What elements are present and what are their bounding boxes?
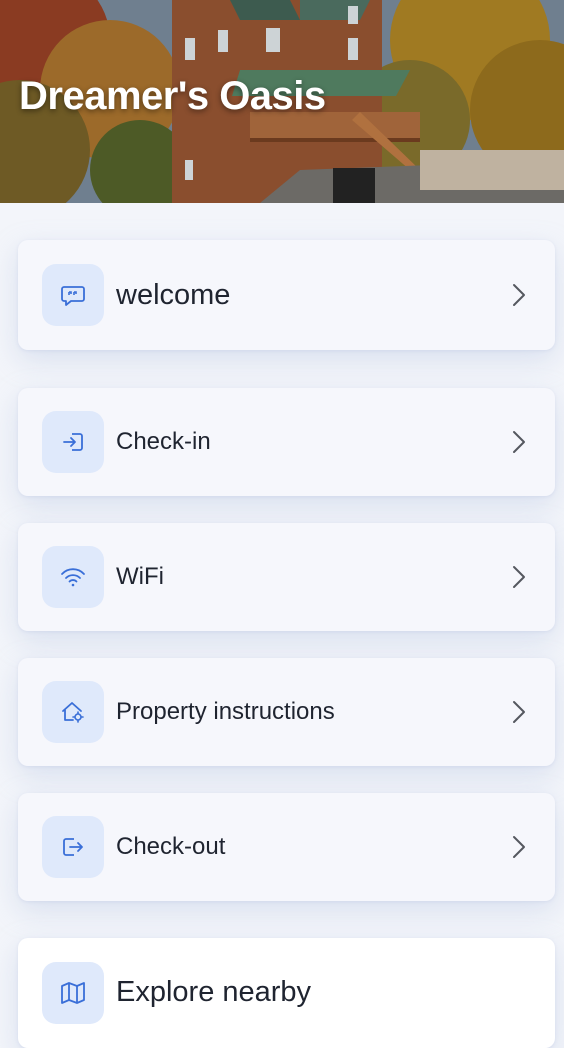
menu-item-property-instructions[interactable]: Property instructions <box>18 658 555 766</box>
wifi-icon <box>42 546 104 608</box>
menu-item-label: welcome <box>116 278 231 311</box>
menu-item-check-out[interactable]: Check-out <box>18 793 555 901</box>
menu-item-label: Check-in <box>116 428 211 455</box>
menu-item-welcome[interactable]: welcome <box>18 240 555 350</box>
menu-item-check-in[interactable]: Check-in <box>18 388 555 496</box>
page-title: Dreamer's Oasis <box>19 74 326 118</box>
chevron-right-icon <box>513 431 525 453</box>
house-gear-icon <box>42 681 104 743</box>
menu-item-label: Explore nearby <box>116 976 312 1008</box>
chevron-right-icon <box>513 566 525 588</box>
menu-item-explore-nearby[interactable]: Explore nearby <box>18 938 555 1048</box>
hero-banner: Dreamer's Oasis <box>0 0 564 203</box>
quote-message-icon <box>42 264 104 326</box>
menu-item-label: WiFi <box>116 563 164 590</box>
chevron-right-icon <box>513 284 525 306</box>
menu-item-label: Property instructions <box>116 698 335 725</box>
menu-item-wifi[interactable]: WiFi <box>18 523 555 631</box>
menu-item-label: Check-out <box>116 833 226 860</box>
chevron-right-icon <box>513 836 525 858</box>
sign-in-icon <box>42 411 104 473</box>
chevron-right-icon <box>513 701 525 723</box>
menu-list: welcome Check-in WiFi Property instructi… <box>0 203 564 1048</box>
sign-out-icon <box>42 816 104 878</box>
map-icon <box>42 962 104 1024</box>
